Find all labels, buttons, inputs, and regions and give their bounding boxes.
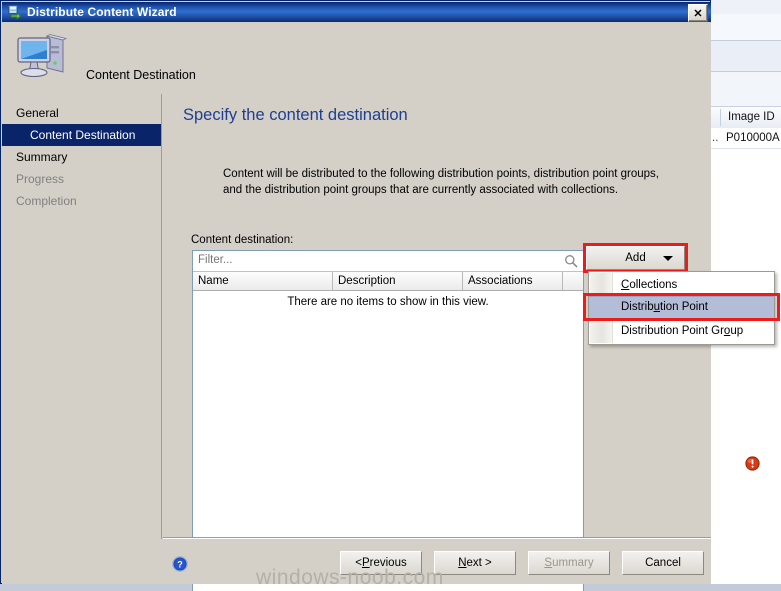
help-question-icon[interactable]: ? — [172, 556, 188, 572]
distribute-content-icon — [6, 4, 22, 20]
screenshot-root: es close-x-icon Image ID .. P010000A — [0, 0, 781, 591]
background-table-row[interactable]: .. P010000A — [706, 128, 781, 149]
wizard-step-list: General Content Destination Summary Prog… — [2, 94, 162, 584]
sidebar-item-completion: Completion — [16, 194, 77, 208]
next-button[interactable]: Next > — [434, 551, 516, 575]
add-button[interactable]: Add — [586, 246, 685, 270]
add-button-wrapper: Add — [586, 246, 685, 270]
sidebar-item-summary[interactable]: Summary — [2, 146, 161, 168]
menu-item-collections[interactable]: Collections — [589, 274, 774, 296]
table-column-header: Name Description Associations — [193, 272, 583, 291]
menu-item-distribution-point-group[interactable]: Distribution Point Group — [589, 320, 774, 342]
sidebar-item-progress: Progress — [16, 172, 65, 186]
background-column-divider — [720, 109, 721, 126]
background-panel-lower — [706, 41, 781, 72]
sidebar-top-spacer — [2, 94, 161, 102]
close-button[interactable]: ✕ — [688, 4, 708, 22]
column-header-extra[interactable] — [563, 272, 583, 290]
column-header-description[interactable]: Description — [333, 272, 463, 290]
page-title: Content Destination — [86, 68, 196, 82]
empty-list-message: There are no items to show in this view. — [287, 296, 489, 308]
previous-button[interactable]: < Previous — [340, 551, 422, 575]
background-row-prefix: .. — [712, 132, 719, 144]
background-column-header: Image ID — [706, 106, 781, 129]
content-heading: Specify the content destination — [183, 106, 408, 124]
chevron-down-icon — [663, 256, 673, 261]
content-destination-label: Content destination: — [191, 234, 294, 246]
svg-text:?: ? — [177, 560, 183, 570]
background-panel-upper — [706, 14, 781, 41]
background-body-fill — [706, 149, 781, 591]
wizard-button-bar: ? < Previous Next > Summary Cancel — [2, 539, 711, 584]
background-row-value: P010000A — [726, 132, 780, 144]
sidebar-item-general[interactable]: General — [2, 102, 161, 124]
menu-item-distribution-point[interactable]: Distribution Point — [589, 296, 774, 320]
filter-input[interactable] — [198, 254, 538, 266]
column-header-name[interactable]: Name — [193, 272, 333, 290]
dialog-title: Distribute Content Wizard — [27, 5, 177, 19]
dialog-titlebar[interactable]: Distribute Content Wizard ✕ — [2, 2, 711, 22]
add-dropdown-menu: Collections Distribution Point Distribut… — [588, 271, 775, 345]
magnifier-icon[interactable] — [564, 254, 578, 268]
dialog-header-band: Content Destination — [2, 22, 711, 94]
column-header-associations[interactable]: Associations — [463, 272, 563, 290]
background-tab-strip: es — [706, 0, 781, 15]
background-column-header-label: Image ID — [728, 111, 775, 123]
content-description: Content will be distributed to the follo… — [223, 168, 659, 196]
error-exclamation-icon — [745, 456, 760, 471]
sidebar-item-content-destination[interactable]: Content Destination — [2, 124, 161, 146]
cancel-button[interactable]: Cancel — [622, 551, 704, 575]
computer-monitor-icon — [14, 30, 70, 84]
summary-button: Summary — [528, 551, 610, 575]
filter-row — [193, 251, 583, 272]
background-toolbar: close-x-icon — [706, 72, 781, 106]
add-button-label: Add — [625, 252, 646, 264]
